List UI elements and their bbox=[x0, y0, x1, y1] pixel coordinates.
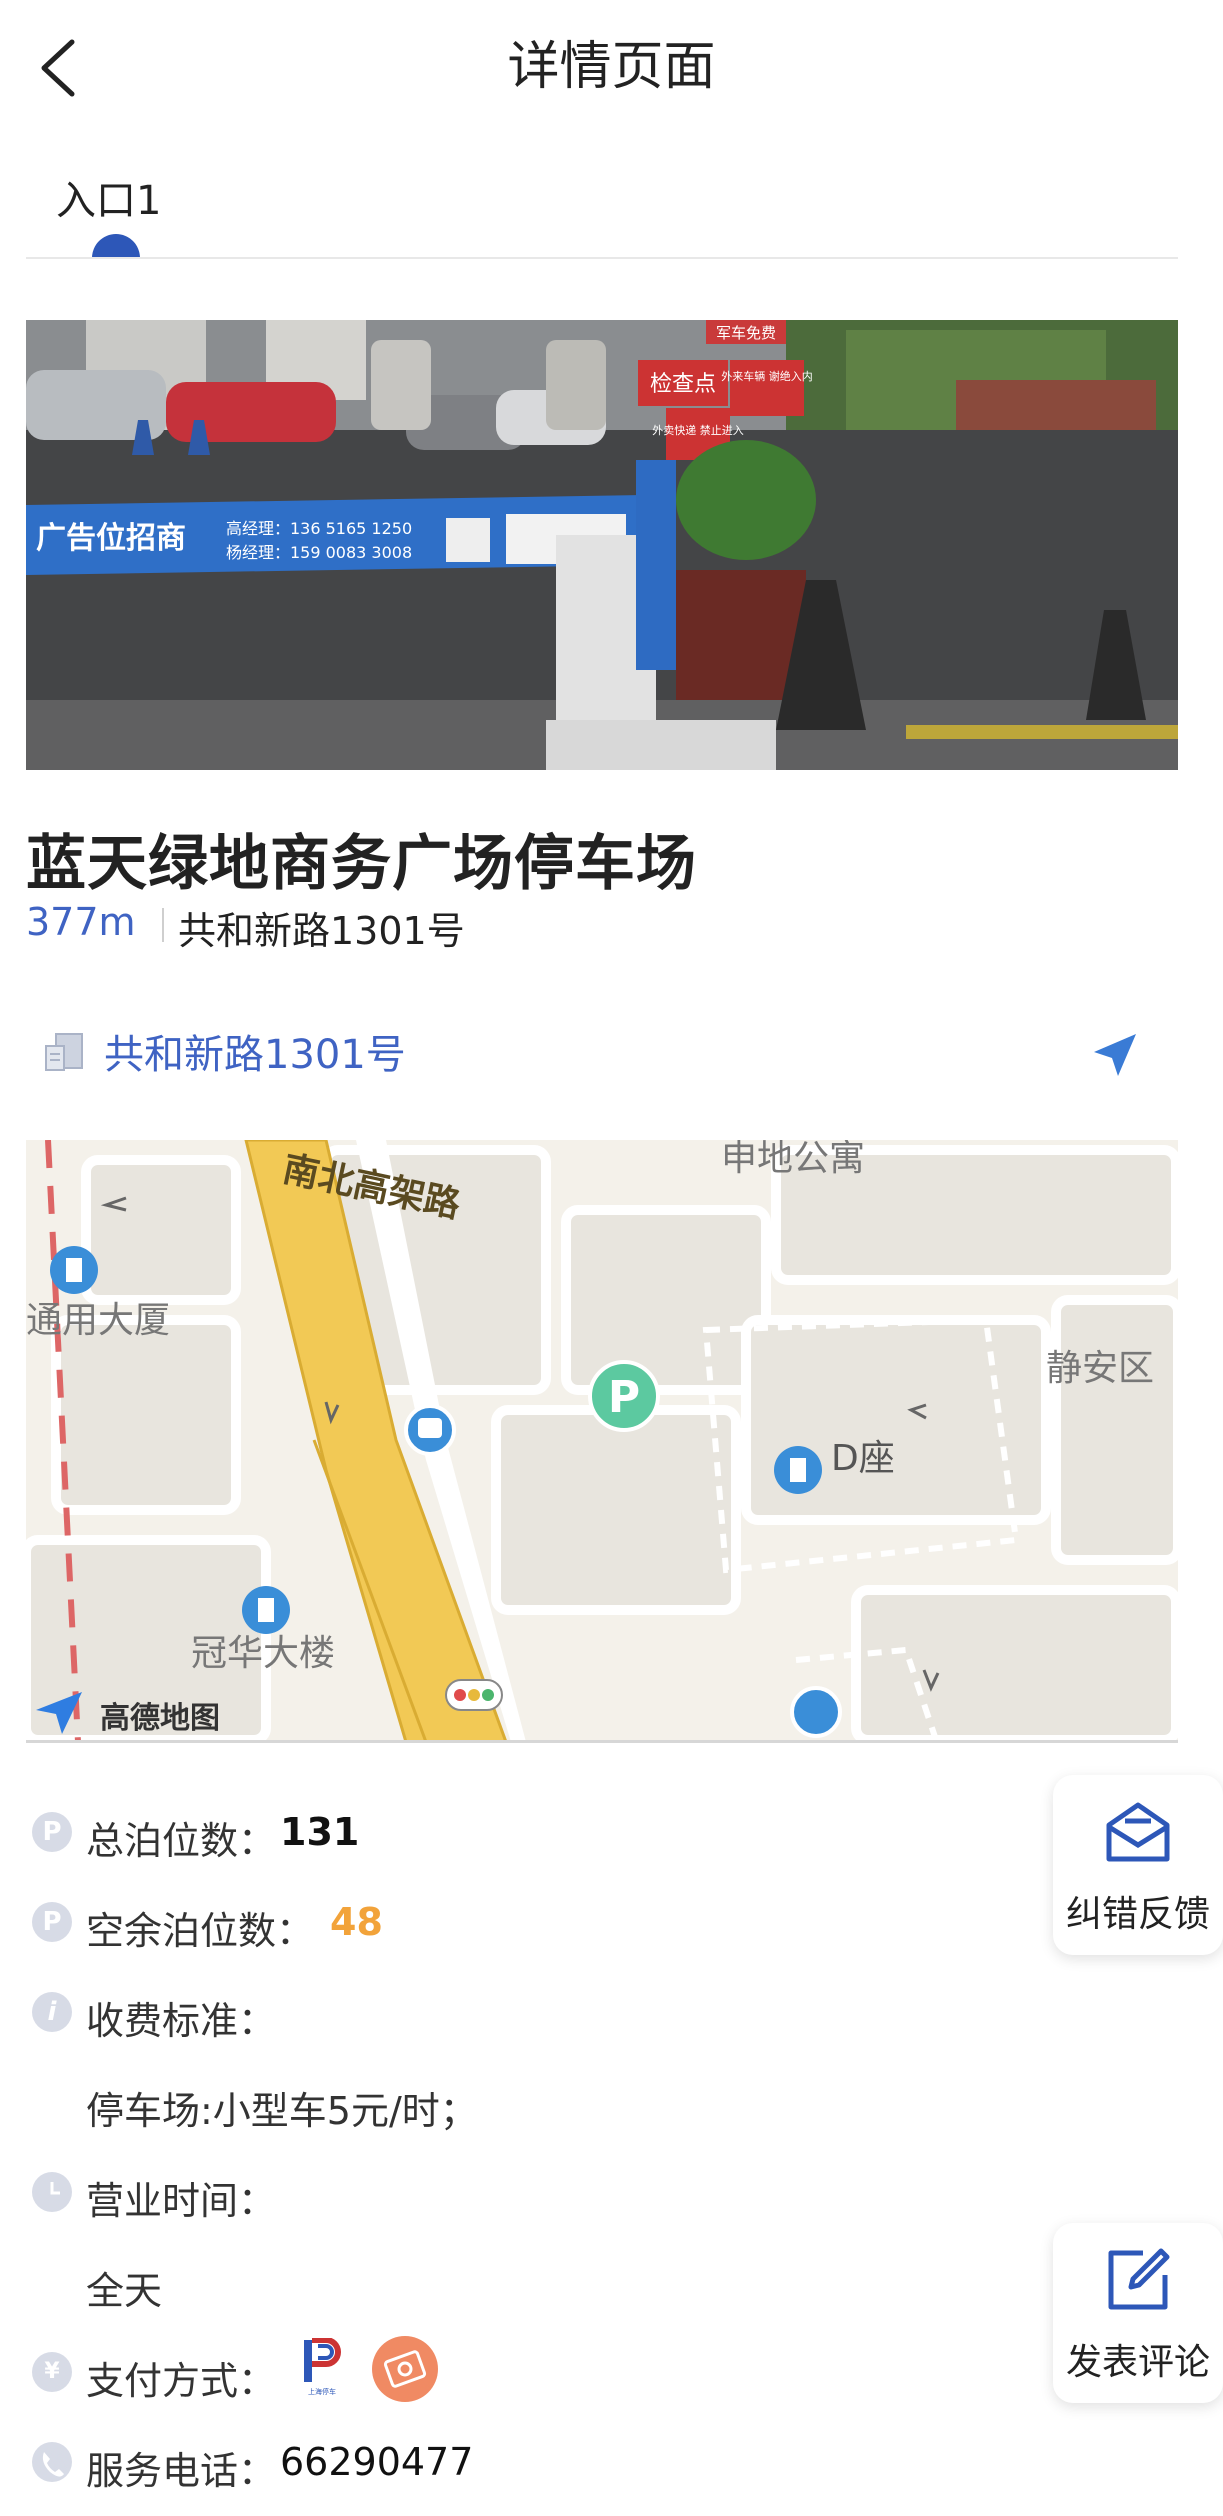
feedback-button[interactable]: 纠错反馈 bbox=[1053, 1775, 1223, 1955]
fee-label: 收费标准： bbox=[86, 1999, 277, 2043]
entrance-photo: 军车免费 检查点 外来车辆 谢绝入内 外卖快递 禁止进入 广告位招商 高经理：1… bbox=[26, 320, 1178, 770]
accessibility-icon bbox=[790, 1686, 842, 1738]
map-label-jingan: 静安区 bbox=[1046, 1348, 1154, 1389]
total-spaces-label: 总泊位数： bbox=[86, 1819, 277, 1863]
phone-icon bbox=[32, 2442, 72, 2482]
navigation-icon[interactable] bbox=[1090, 1030, 1140, 1080]
poi-building-icon bbox=[242, 1586, 290, 1634]
cash-payment-icon bbox=[372, 2336, 438, 2402]
map-label-dzuo: D座 bbox=[831, 1438, 895, 1479]
svg-text:P: P bbox=[608, 1372, 640, 1423]
hours-label: 营业时间： bbox=[86, 2179, 277, 2223]
info-icon: i bbox=[32, 1992, 72, 2032]
map-label-yongda: 通用大厦 bbox=[26, 1300, 170, 1341]
clock-icon bbox=[32, 2172, 72, 2212]
page-title: 详情页面 bbox=[507, 37, 716, 97]
parking-name: 蓝天绿地商务广场停车场 bbox=[26, 829, 697, 899]
photo-sign-3: 军车免费 bbox=[716, 324, 776, 342]
parking-p-icon: P bbox=[32, 1812, 72, 1852]
map-label-shendi: 申地公寓 bbox=[721, 1140, 865, 1179]
free-spaces-value: 48 bbox=[330, 1900, 383, 1944]
photo-banner-text: 广告位招商 bbox=[36, 521, 186, 556]
feedback-label: 纠错反馈 bbox=[1065, 1894, 1210, 1935]
separator bbox=[162, 908, 164, 942]
photo-contact-2: 杨经理：159 0083 3008 bbox=[226, 543, 412, 562]
map-label-guanhua: 冠华大楼 bbox=[191, 1633, 335, 1674]
map-brand-label: 高德地图 bbox=[100, 1701, 220, 1736]
photo-sign-1: 检查点 bbox=[650, 372, 716, 397]
photo-contact-1: 高经理：136 5165 1250 bbox=[226, 519, 412, 538]
map-divider bbox=[26, 1740, 1178, 1743]
payment-label: 支付方式： bbox=[86, 2359, 277, 2403]
parking-address: 共和新路1301号 bbox=[178, 909, 465, 953]
comment-label: 发表评论 bbox=[1065, 2342, 1210, 2383]
building-icon bbox=[42, 1030, 86, 1074]
tab-active-indicator bbox=[92, 234, 140, 258]
bus-stop-icon bbox=[404, 1404, 456, 1456]
comment-button[interactable]: 发表评论 bbox=[1053, 2223, 1223, 2403]
phone-label: 服务电话： bbox=[86, 2449, 277, 2493]
parking-marker-icon: P bbox=[588, 1360, 660, 1432]
edit-icon bbox=[1103, 2245, 1173, 2319]
parking-p-icon: P bbox=[32, 1902, 72, 1942]
mail-edit-icon bbox=[1103, 1797, 1173, 1871]
photo-sign-4: 外卖快递 禁止进入 bbox=[652, 423, 744, 437]
hours-value: 全天 bbox=[86, 2269, 163, 2313]
address-link[interactable]: 共和新路1301号 bbox=[104, 1022, 406, 1080]
distance-text: 377m bbox=[26, 900, 136, 944]
location-map[interactable]: 南北高架路 申地公寓 静安区 通用大厦 冠华大楼 D座 P 高德地图 bbox=[26, 1140, 1178, 1742]
photo-sign-2: 外来车辆 谢绝入内 bbox=[721, 369, 813, 383]
yen-icon: ¥ bbox=[32, 2352, 72, 2392]
poi-building-icon bbox=[50, 1246, 98, 1294]
free-spaces-label: 空余泊位数： bbox=[86, 1909, 315, 1953]
total-spaces-value: 131 bbox=[280, 1810, 360, 1854]
fee-value: 停车场:小型车5元/时； bbox=[86, 2089, 478, 2133]
shanghai-parking-logo-icon: 上海停车 bbox=[300, 2337, 344, 2398]
tab-divider bbox=[26, 257, 1178, 259]
tab-entrance-1[interactable]: 入口1 bbox=[56, 168, 161, 226]
poi-building-icon bbox=[774, 1446, 822, 1494]
svg-text:上海停车: 上海停车 bbox=[308, 2387, 336, 2396]
phone-number[interactable]: 66290477 bbox=[280, 2440, 473, 2484]
